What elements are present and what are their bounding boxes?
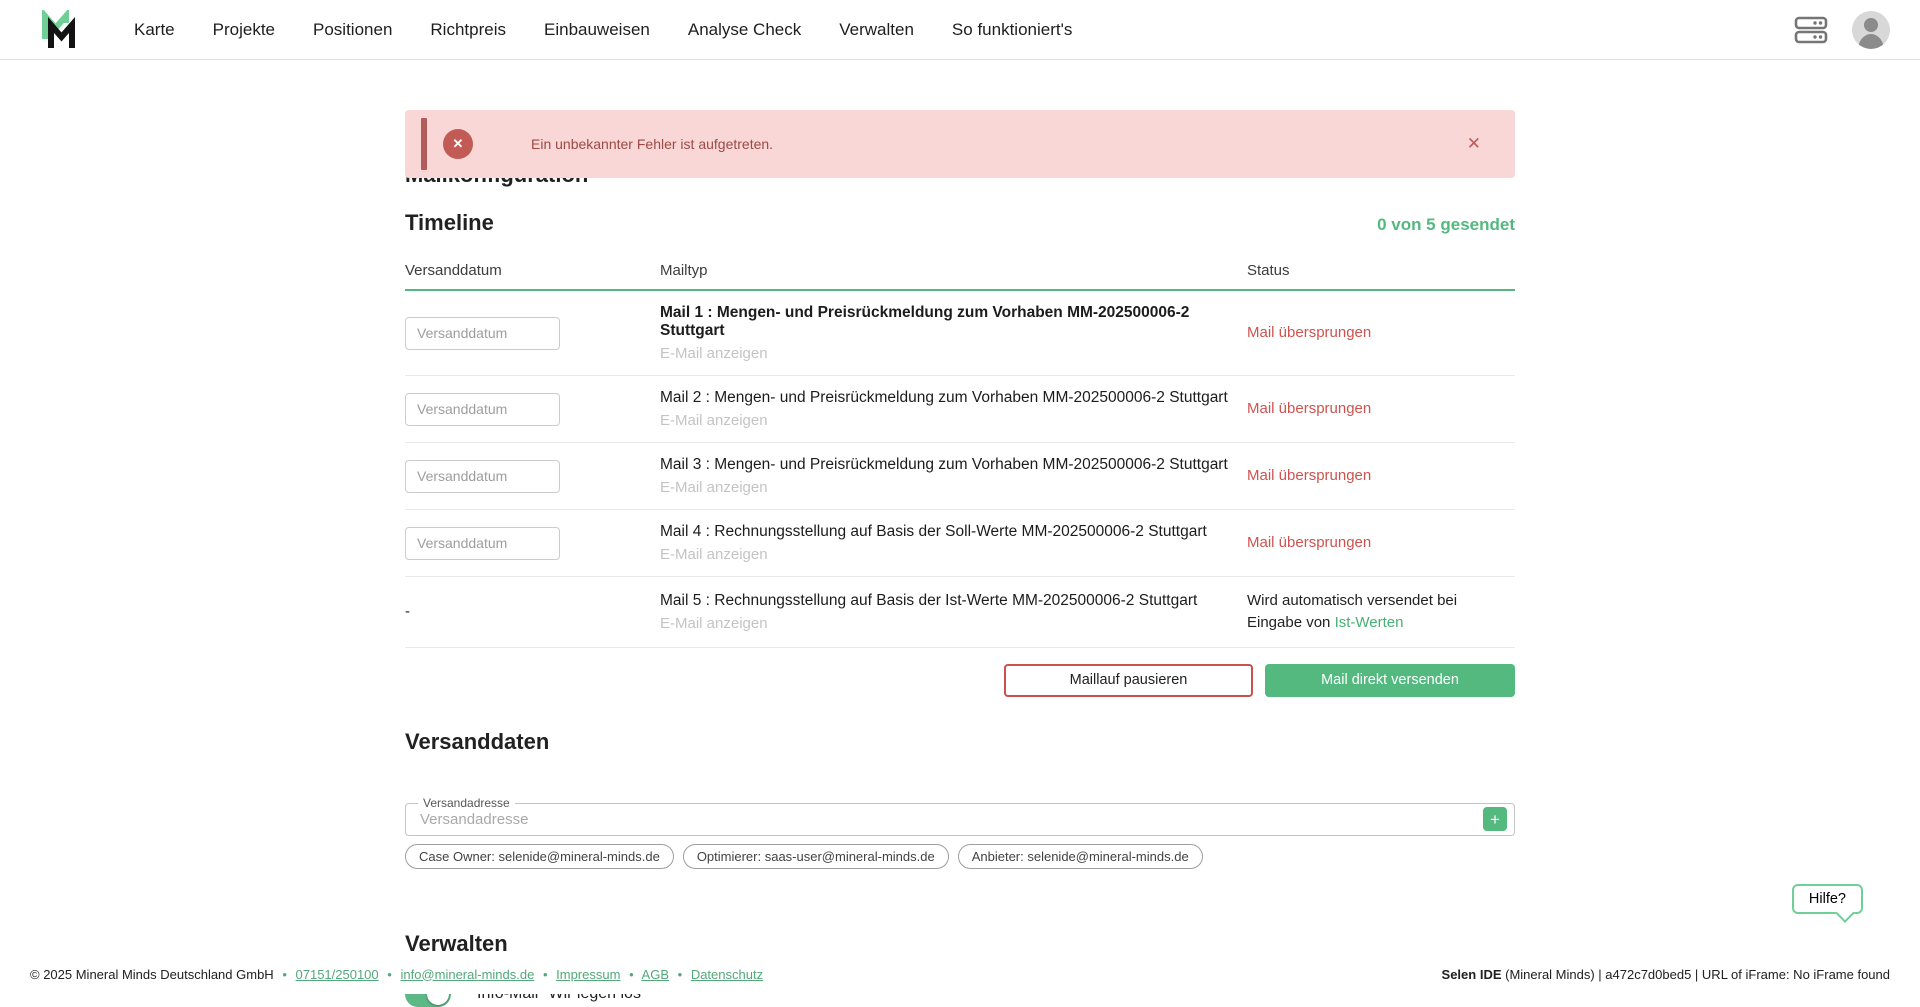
timeline-title: Timeline	[405, 210, 494, 236]
app-footer: © 2025 Mineral Minds Deutschland GmbH • …	[0, 954, 1920, 994]
phone-link[interactable]: 07151/250100	[296, 967, 379, 982]
column-status: Status	[1247, 250, 1515, 290]
ist-werten-link[interactable]: Ist-Werten	[1335, 614, 1404, 631]
server-icon[interactable]	[1794, 15, 1828, 45]
versandadresse-label: Versandadresse	[418, 796, 515, 810]
footer-right: Selen IDE (Mineral Minds) | a472c7d0bed5…	[1442, 967, 1890, 982]
email-link[interactable]: info@mineral-minds.de	[400, 967, 534, 982]
chip-optimierer[interactable]: Optimierer: saas-user@mineral-minds.de	[683, 844, 949, 869]
sent-counter: 0 von 5 gesendet	[1377, 215, 1515, 235]
nav-item-verwalten[interactable]: Verwalten	[839, 20, 914, 40]
error-accent-bar	[421, 118, 427, 170]
versanddatum-input[interactable]	[405, 393, 560, 426]
footer-separator: •	[543, 967, 548, 982]
main-content: Mailkonfiguration Timeline 0 von 5 gesen…	[405, 162, 1515, 1007]
copyright-text: © 2025 Mineral Minds Deutschland GmbH	[30, 967, 274, 982]
error-message: Ein unbekannter Fehler ist aufgetreten.	[531, 136, 773, 152]
footer-separator: •	[678, 967, 683, 982]
ide-name: Selen IDE	[1442, 967, 1502, 982]
mail-direkt-versenden-button[interactable]: Mail direkt versenden	[1265, 664, 1515, 697]
status-auto-text: Wird automatisch versendet bei Eingabe v…	[1247, 590, 1497, 634]
timeline-table: Versanddatum Mailtyp Status Mail 1 : Men…	[405, 250, 1515, 648]
email-anzeigen-link[interactable]: E-Mail anzeigen	[660, 479, 768, 496]
hilfe-button[interactable]: Hilfe?	[1792, 884, 1863, 914]
table-header-row: Versanddatum Mailtyp Status	[405, 250, 1515, 290]
mail-title: Mail 2 : Mengen- und Preisrückmeldung zu…	[660, 389, 1247, 407]
mail-title: Mail 5 : Rechnungsstellung auf Basis der…	[660, 592, 1247, 610]
email-anzeigen-link[interactable]: E-Mail anzeigen	[660, 345, 768, 362]
versanddatum-input[interactable]	[405, 527, 560, 560]
column-versanddatum: Versanddatum	[405, 250, 660, 290]
status-badge: Mail übersprungen	[1247, 400, 1371, 417]
timeline-header: Timeline 0 von 5 gesendet	[405, 210, 1515, 236]
impressum-link[interactable]: Impressum	[556, 967, 620, 982]
nav-item-projekte[interactable]: Projekte	[213, 20, 275, 40]
avatar-head	[1864, 18, 1878, 32]
avatar-shoulders	[1858, 34, 1884, 49]
table-row: Mail 3 : Mengen- und Preisrückmeldung zu…	[405, 443, 1515, 510]
nav-item-karte[interactable]: Karte	[134, 20, 175, 40]
nav-item-einbauweisen[interactable]: Einbauweisen	[544, 20, 650, 40]
recipient-chips: Case Owner: selenide@mineral-minds.de Op…	[405, 844, 1515, 869]
email-anzeigen-link[interactable]: E-Mail anzeigen	[660, 615, 768, 632]
versandadresse-field: Versandadresse +	[405, 803, 1515, 836]
error-icon: ✕	[443, 129, 473, 159]
nav-item-positionen[interactable]: Positionen	[313, 20, 392, 40]
mail-title: Mail 3 : Mengen- und Preisrückmeldung zu…	[660, 456, 1247, 474]
agb-link[interactable]: AGB	[642, 967, 669, 982]
table-row: Mail 2 : Mengen- und Preisrückmeldung zu…	[405, 376, 1515, 443]
status-badge: Mail übersprungen	[1247, 467, 1371, 484]
chip-anbieter[interactable]: Anbieter: selenide@mineral-minds.de	[958, 844, 1203, 869]
nav-item-richtpreis[interactable]: Richtpreis	[430, 20, 506, 40]
table-row: Mail 1 : Mengen- und Preisrückmeldung zu…	[405, 290, 1515, 376]
footer-separator: •	[629, 967, 634, 982]
versanddatum-input[interactable]	[405, 317, 560, 350]
column-mailtyp: Mailtyp	[660, 250, 1247, 290]
footer-separator: •	[387, 967, 392, 982]
verwalten-title: Verwalten	[405, 931, 1515, 957]
close-icon[interactable]: ✕	[1461, 132, 1487, 156]
status-badge: Mail übersprungen	[1247, 324, 1371, 341]
nav-item-so-funktionierts[interactable]: So funktioniert's	[952, 20, 1072, 40]
versanddatum-empty: -	[405, 603, 410, 620]
maillauf-pausieren-button[interactable]: Maillauf pausieren	[1004, 664, 1253, 697]
versandadresse-input[interactable]	[406, 811, 1514, 828]
timeline-actions: Maillauf pausieren Mail direkt versenden	[405, 664, 1515, 697]
datenschutz-link[interactable]: Datenschutz	[691, 967, 763, 982]
chip-case-owner[interactable]: Case Owner: selenide@mineral-minds.de	[405, 844, 674, 869]
nav-item-analyse-check[interactable]: Analyse Check	[688, 20, 801, 40]
header-actions	[1794, 11, 1890, 49]
table-row: - Mail 5 : Rechnungsstellung auf Basis d…	[405, 577, 1515, 648]
email-anzeigen-link[interactable]: E-Mail anzeigen	[660, 412, 768, 429]
add-address-button[interactable]: +	[1483, 807, 1507, 831]
footer-left: © 2025 Mineral Minds Deutschland GmbH • …	[30, 967, 763, 982]
mail-title: Mail 4 : Rechnungsstellung auf Basis der…	[660, 523, 1247, 541]
error-banner: ✕ Ein unbekannter Fehler ist aufgetreten…	[405, 110, 1515, 178]
user-avatar-icon[interactable]	[1852, 11, 1890, 49]
email-anzeigen-link[interactable]: E-Mail anzeigen	[660, 546, 768, 563]
status-badge: Mail übersprungen	[1247, 534, 1371, 551]
ide-info: (Mineral Minds) | a472c7d0bed5 | URL of …	[1502, 967, 1891, 982]
footer-separator: •	[282, 967, 287, 982]
logo-icon	[40, 10, 78, 50]
table-row: Mail 4 : Rechnungsstellung auf Basis der…	[405, 510, 1515, 577]
main-nav: Karte Projekte Positionen Richtpreis Ein…	[134, 20, 1072, 40]
mineral-minds-logo[interactable]	[40, 10, 78, 50]
versanddaten-title: Versanddaten	[405, 729, 1515, 755]
versanddatum-input[interactable]	[405, 460, 560, 493]
app-header: Karte Projekte Positionen Richtpreis Ein…	[0, 0, 1920, 60]
mail-title: Mail 1 : Mengen- und Preisrückmeldung zu…	[660, 304, 1247, 340]
